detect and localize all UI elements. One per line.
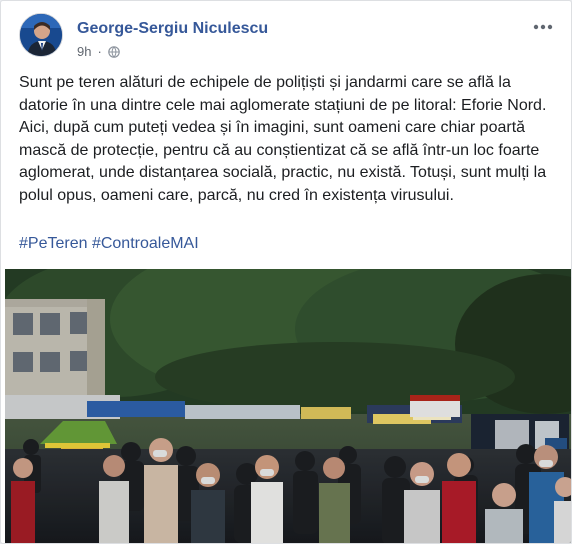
post-timestamp[interactable]: 9h [77,44,91,59]
author-avatar[interactable] [19,13,63,57]
author-name[interactable]: George-Sergiu Niculescu [77,20,268,38]
more-options-icon [533,24,553,30]
post-meta: 9h · [77,44,120,59]
more-options-button[interactable] [529,13,557,41]
crowded-street-photo [5,269,571,543]
post-body: Sunt pe teren alături de echipele de pol… [19,74,547,204]
post-header: George-Sergiu Niculescu 9h · [19,13,557,65]
facebook-post-card: George-Sergiu Niculescu 9h · Sunt pe ter… [0,0,572,544]
hashtag-peteren[interactable]: #PeTeren [19,235,88,252]
globe-icon[interactable] [108,45,120,58]
avatar-image [20,14,62,56]
hashtag-controalemai[interactable]: #ControaleMAI [92,235,199,252]
dot-separator: · [97,44,102,59]
hashtag-list: #PeTeren #ControaleMAI [19,233,199,255]
post-photo[interactable] [5,269,571,543]
